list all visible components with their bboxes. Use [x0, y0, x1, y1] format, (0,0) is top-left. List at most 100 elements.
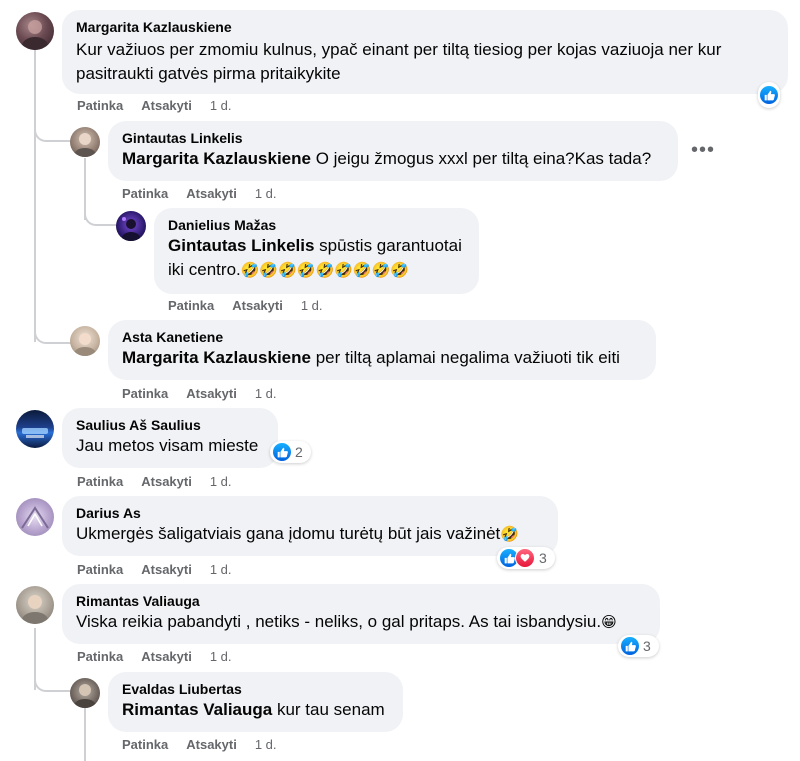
- reaction-summary[interactable]: 3: [618, 635, 659, 657]
- reply-button[interactable]: Atsakyti: [141, 474, 192, 489]
- reply-actions: Patinka Atsakyti 1 d.: [122, 386, 295, 401]
- reply-button[interactable]: Atsakyti: [186, 186, 237, 201]
- avatar[interactable]: [16, 12, 54, 50]
- avatar[interactable]: [16, 498, 54, 536]
- laughing-emoji-icon: 🤣: [500, 525, 519, 543]
- like-button[interactable]: Patinka: [122, 737, 168, 752]
- comment-bubble: Saulius Aš Saulius Jau metos visam miest…: [62, 408, 278, 468]
- comment-author[interactable]: Rimantas Valiauga: [76, 592, 646, 610]
- reaction-summary[interactable]: 2: [270, 441, 311, 463]
- comment-bubble: Margarita Kazlauskiene Kur važiuos per z…: [62, 10, 788, 94]
- comment-time[interactable]: 1 d.: [210, 562, 232, 577]
- laughing-emoji-icon: 🤣🤣🤣🤣🤣🤣🤣🤣🤣: [240, 261, 409, 279]
- reply-time[interactable]: 1 d.: [255, 186, 277, 201]
- avatar-image: [22, 20, 48, 50]
- avatar[interactable]: [70, 127, 100, 157]
- like-reaction-icon: [273, 443, 291, 461]
- like-button[interactable]: Patinka: [77, 649, 123, 664]
- mention-link[interactable]: Margarita Kazlauskiene: [122, 348, 311, 367]
- reply-button[interactable]: Atsakyti: [186, 737, 237, 752]
- comment-actions: Patinka Atsakyti 1 d.: [77, 98, 250, 113]
- avatar-image: [74, 133, 96, 157]
- mention-link[interactable]: Gintautas Linkelis: [168, 236, 314, 255]
- reply-author[interactable]: Gintautas Linkelis: [122, 129, 664, 147]
- reply-button[interactable]: Atsakyti: [232, 298, 283, 313]
- comment-text: Kur važiuos per zmomiu kulnus, ypač eina…: [76, 40, 722, 83]
- like-button[interactable]: Patinka: [77, 562, 123, 577]
- comment-time[interactable]: 1 d.: [210, 474, 232, 489]
- reply-text: O jeigu žmogus xxxl per tiltą eina?Kas t…: [315, 149, 652, 168]
- reply-actions: Patinka Atsakyti 1 d.: [122, 186, 295, 201]
- reply-button[interactable]: Atsakyti: [141, 562, 192, 577]
- like-reaction-icon: [760, 86, 778, 104]
- thread-elbow: [34, 320, 72, 344]
- reply-text-row: Rimantas Valiauga kur tau senam: [122, 698, 389, 722]
- thread-line: [84, 708, 86, 761]
- reply-bubble: Asta Kanetiene Margarita Kazlauskiene pe…: [108, 320, 656, 380]
- comment-text: Jau metos visam mieste: [76, 436, 259, 455]
- like-reaction-icon: [621, 637, 639, 655]
- avatar[interactable]: [116, 211, 146, 241]
- reaction-summary[interactable]: 3: [497, 547, 555, 569]
- avatar[interactable]: [16, 586, 54, 624]
- reply-bubble: Evaldas Liubertas Rimantas Valiauga kur …: [108, 672, 403, 732]
- like-button[interactable]: Patinka: [122, 386, 168, 401]
- comment-time[interactable]: 1 d.: [210, 98, 232, 113]
- reply-author[interactable]: Evaldas Liubertas: [122, 680, 389, 698]
- like-button[interactable]: Patinka: [77, 98, 123, 113]
- comment-text: Ukmergės šaligatviais gana įdomu turėtų …: [76, 524, 501, 543]
- comment-bubble: Rimantas Valiauga Viska reikia pabandyti…: [62, 584, 660, 644]
- reply-text-row: Margarita Kazlauskiene O jeigu žmogus xx…: [122, 147, 664, 171]
- mention-link[interactable]: Rimantas Valiauga: [122, 700, 272, 719]
- reply-text: iki centro.: [168, 260, 241, 279]
- reply-button[interactable]: Atsakyti: [141, 98, 192, 113]
- like-button[interactable]: Patinka: [77, 474, 123, 489]
- reply-button[interactable]: Atsakyti: [141, 649, 192, 664]
- avatar-image: [74, 333, 96, 356]
- avatar-image: [74, 684, 96, 708]
- comment-author[interactable]: Margarita Kazlauskiene: [76, 18, 774, 36]
- thread-elbow: [34, 668, 72, 692]
- reply-actions: Patinka Atsakyti 1 d.: [122, 737, 295, 752]
- avatar[interactable]: [70, 326, 100, 356]
- love-reaction-icon: [515, 548, 535, 568]
- reply-time[interactable]: 1 d.: [255, 737, 277, 752]
- comment-time[interactable]: 1 d.: [210, 649, 232, 664]
- avatar-image: [22, 595, 48, 624]
- reply-text-row: iki centro.🤣🤣🤣🤣🤣🤣🤣🤣🤣: [168, 258, 465, 282]
- reaction-count: 2: [295, 444, 303, 460]
- grinning-emoji-icon: 😁: [601, 613, 617, 631]
- reply-time[interactable]: 1 d.: [301, 298, 323, 313]
- reply-text-row: Margarita Kazlauskiene per tiltą aplamai…: [122, 346, 642, 370]
- comment-bubble: Darius As Ukmergės šaligatviais gana įdo…: [62, 496, 558, 556]
- comment-author[interactable]: Saulius Aš Saulius: [76, 416, 264, 434]
- reply-text: spūstis garantuotai: [319, 236, 462, 255]
- reaction-count: 3: [643, 638, 651, 654]
- avatar-image: [21, 506, 49, 529]
- reply-bubble: Gintautas Linkelis Margarita Kazlauskien…: [108, 121, 678, 181]
- mention-link[interactable]: Margarita Kazlauskiene: [122, 149, 311, 168]
- reaction-count: 3: [539, 550, 547, 566]
- avatar[interactable]: [70, 678, 100, 708]
- reply-time[interactable]: 1 d.: [255, 386, 277, 401]
- avatar-image: [22, 428, 48, 438]
- reply-author[interactable]: Danielius Mažas: [168, 216, 465, 234]
- avatar[interactable]: [16, 410, 54, 448]
- reply-button[interactable]: Atsakyti: [186, 386, 237, 401]
- comment-text-row: Ukmergės šaligatviais gana įdomu turėtų …: [76, 522, 544, 546]
- reply-author[interactable]: Asta Kanetiene: [122, 328, 642, 346]
- comment-actions: Patinka Atsakyti 1 d.: [77, 474, 250, 489]
- thread-elbow: [34, 120, 72, 142]
- like-button[interactable]: Patinka: [168, 298, 214, 313]
- more-options-icon[interactable]: •••: [691, 140, 715, 160]
- comment-actions: Patinka Atsakyti 1 d.: [77, 649, 250, 664]
- reply-text: kur tau senam: [276, 700, 385, 719]
- comment-actions: Patinka Atsakyti 1 d.: [77, 562, 250, 577]
- thread-elbow: [84, 200, 118, 226]
- reply-bubble: Danielius Mažas Gintautas Linkelis spūst…: [154, 208, 479, 294]
- reaction-summary[interactable]: [758, 82, 780, 108]
- reply-actions: Patinka Atsakyti 1 d.: [168, 298, 341, 313]
- like-button[interactable]: Patinka: [122, 186, 168, 201]
- avatar-image: [122, 217, 140, 241]
- comment-author[interactable]: Darius As: [76, 504, 544, 522]
